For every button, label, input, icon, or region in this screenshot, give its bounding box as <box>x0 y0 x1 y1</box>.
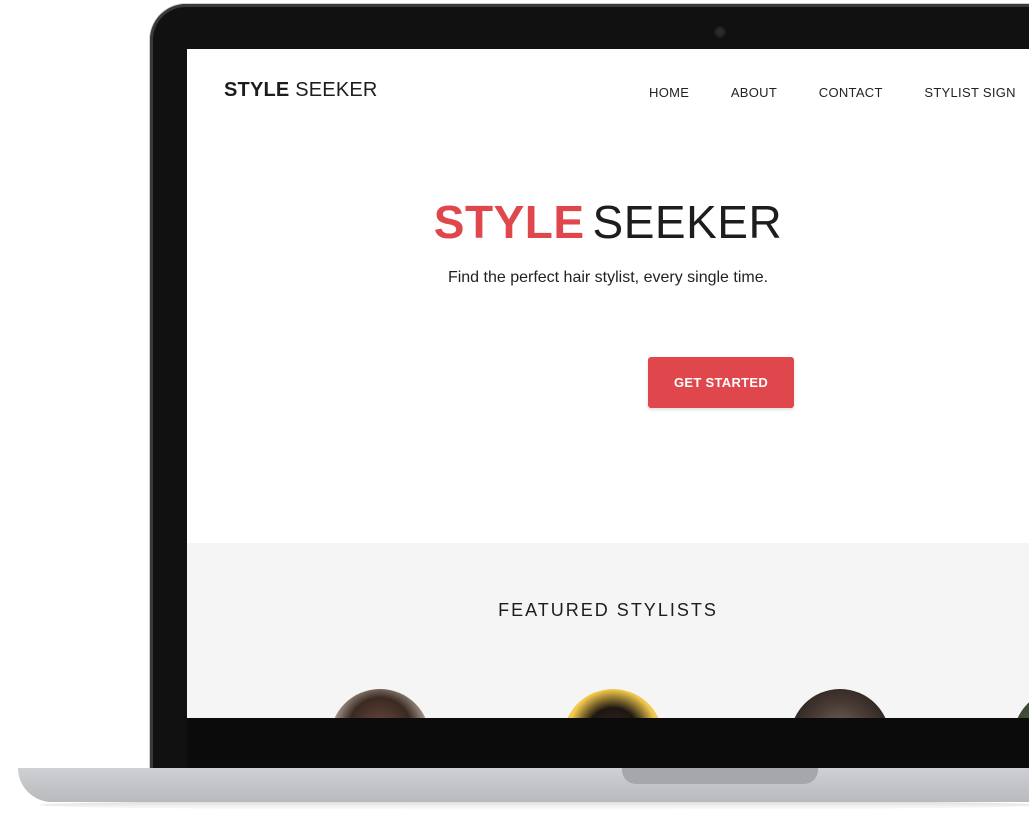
hero-subtitle: Find the perfect hair stylist, every sin… <box>447 269 769 286</box>
nav-item-about[interactable]: ABOUT <box>731 85 777 100</box>
laptop-mockup: STYLE SEEKER HOME ABOUT CONTACT STYLIST … <box>0 0 1029 813</box>
featured-stylists-section: FEATURED STYLISTS <box>187 543 1029 718</box>
logo-bold-text: STYLE <box>224 79 290 101</box>
stylist-avatar[interactable] <box>1013 689 1029 718</box>
logo-rest-text: SEEKER <box>295 79 378 101</box>
webcam-icon <box>716 28 724 36</box>
stylist-avatar[interactable] <box>790 689 890 718</box>
site-logo[interactable]: STYLE SEEKER <box>224 79 378 102</box>
stylist-avatar[interactable] <box>563 689 663 718</box>
nav-item-contact[interactable]: CONTACT <box>819 85 883 100</box>
nav-item-stylist-signup[interactable]: STYLIST SIGN <box>924 85 1016 100</box>
screen-bottom-bezel <box>187 718 1029 768</box>
get-started-button[interactable]: GET STARTED <box>648 357 794 408</box>
stylist-avatar[interactable] <box>330 689 430 718</box>
laptop-base-notch <box>622 768 818 784</box>
main-nav: HOME ABOUT CONTACT STYLIST SIGN <box>649 85 1029 100</box>
hero-title-accent: STYLE <box>433 196 585 248</box>
nav-item-home[interactable]: HOME <box>649 85 689 100</box>
laptop-base <box>18 768 1029 802</box>
hero-title-rest: SEEKER <box>592 196 783 248</box>
laptop-screen: STYLE SEEKER HOME ABOUT CONTACT STYLIST … <box>187 49 1029 718</box>
hero-title: STYLE SEEKER <box>187 195 1029 249</box>
featured-stylists-title: FEATURED STYLISTS <box>498 600 718 620</box>
site-header: STYLE SEEKER HOME ABOUT CONTACT STYLIST … <box>187 49 1029 137</box>
